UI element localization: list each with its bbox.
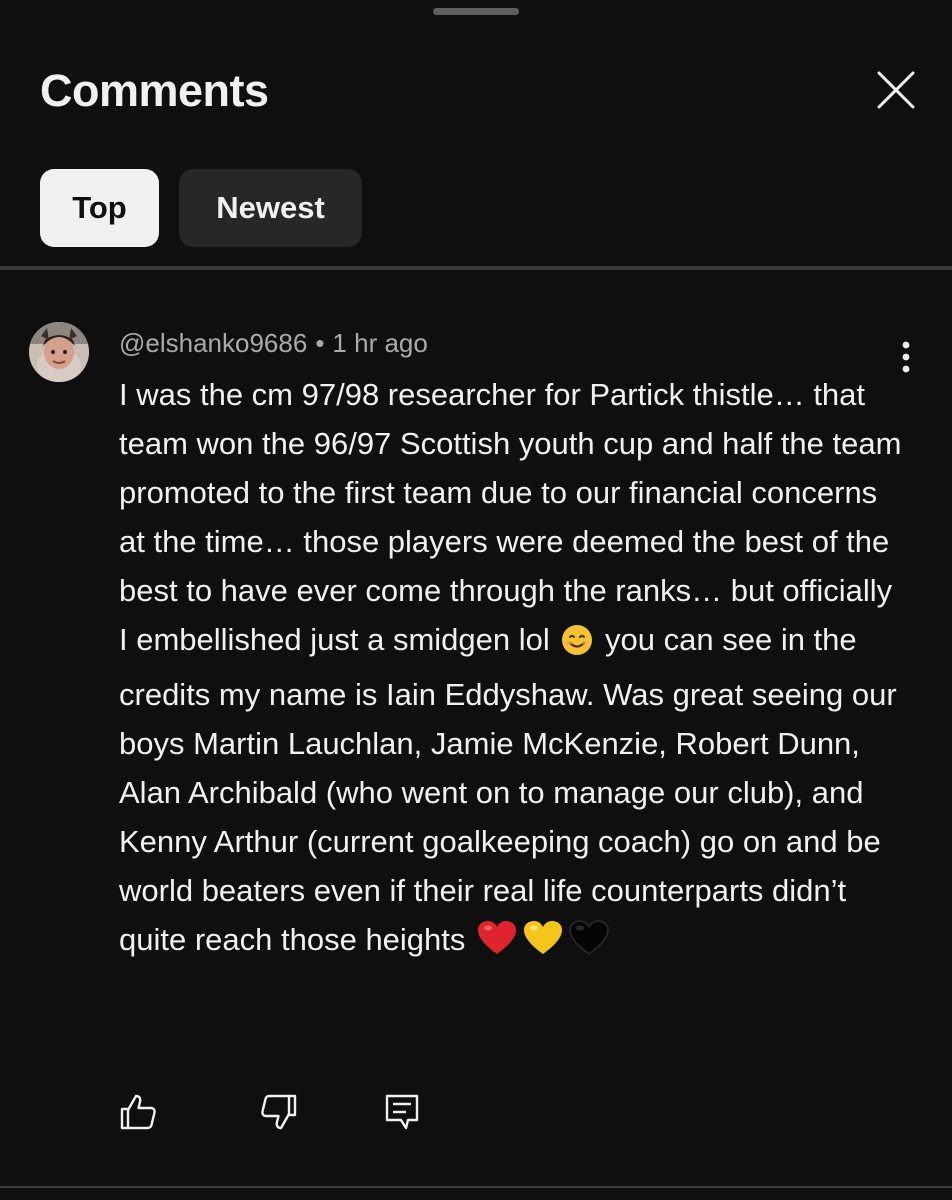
header-divider [0,266,952,270]
reply-icon [385,1094,419,1130]
chip-top[interactable]: Top [40,169,159,247]
comment-text: I was the cm 97/98 researcher for Partic… [119,370,909,970]
comment-actions [118,1092,422,1132]
like-button[interactable] [118,1092,158,1132]
meta-separator: • [315,328,325,358]
close-button[interactable] [872,66,920,114]
comment-author[interactable]: @elshanko9686 [119,328,307,358]
comment-text-part1: I was the cm 97/98 researcher for Partic… [119,377,902,657]
thumbs-up-icon [120,1094,156,1130]
comment-text-part2: you can see in the credits my name is Ia… [119,622,897,957]
page-title: Comments [40,65,269,116]
dislike-button[interactable] [259,1092,299,1132]
sort-chips: Top Newest [40,169,362,247]
avatar[interactable] [29,322,89,382]
close-icon [877,71,915,109]
smiling-face-emoji [561,621,593,670]
comment-meta: @elshanko9686 • 1 hr ago [119,326,428,360]
more-vertical-icon [902,341,910,373]
yellow-heart-emoji [523,920,563,970]
drag-handle[interactable] [433,8,519,15]
red-heart-emoji [477,920,517,970]
thumbs-down-icon [261,1094,297,1130]
bottom-divider [0,1186,952,1188]
black-heart-emoji [569,920,609,970]
chip-newest[interactable]: Newest [179,169,362,247]
reply-button[interactable] [382,1092,422,1132]
comment-time: 1 hr ago [332,328,428,358]
avatar-image [29,322,89,382]
